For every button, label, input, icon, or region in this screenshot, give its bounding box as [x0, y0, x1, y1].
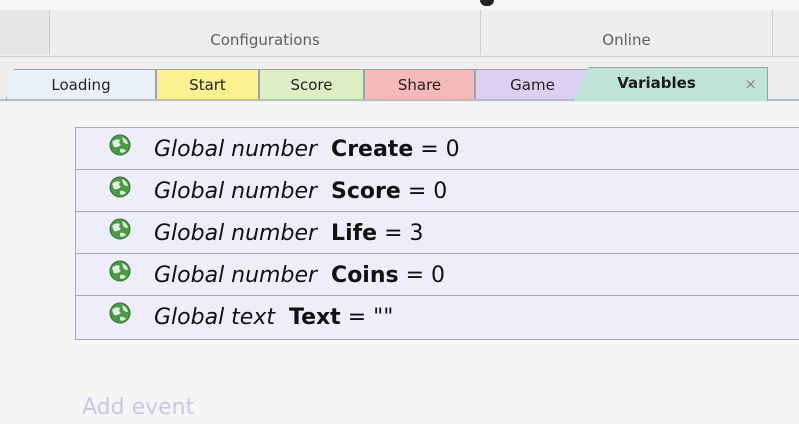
ribbon-group-label: Online — [602, 31, 651, 49]
ribbon-group-label: Configurations — [210, 31, 320, 49]
event-row[interactable]: Global text Text = "" — [76, 296, 799, 339]
tab-game[interactable]: Game — [475, 69, 590, 99]
tab-share[interactable]: Share — [364, 69, 475, 99]
variable-kind: Global text — [154, 305, 275, 330]
variable-value: = 0 — [407, 179, 448, 204]
tab-start[interactable]: Start — [156, 69, 259, 99]
variable-kind: Global number — [154, 179, 318, 204]
globe-icon — [109, 176, 131, 198]
globe-icon — [109, 302, 131, 324]
variable-kind: Global number — [154, 263, 318, 288]
event-row[interactable]: Global number Coins = 0 — [76, 254, 799, 296]
globe-icon — [109, 260, 131, 282]
variable-name: Coins — [331, 263, 399, 288]
add-event-link[interactable]: Add event — [82, 395, 194, 420]
ribbon-group-configurations[interactable]: Configurations — [50, 10, 481, 55]
ribbon-group-stub — [0, 10, 50, 55]
variable-name: Score — [331, 179, 401, 204]
variable-value: = 0 — [405, 263, 446, 288]
tab-score[interactable]: Score — [259, 69, 364, 99]
variable-kind: Global number — [154, 221, 318, 246]
globe-icon — [109, 134, 131, 156]
close-icon[interactable]: × — [744, 75, 757, 93]
event-row[interactable]: Global number Score = 0 — [76, 170, 799, 212]
event-sheet-tabs: Loading Start Score Share Game Variables… — [0, 57, 799, 102]
variable-kind: Global number — [154, 137, 318, 162]
event-row[interactable]: Global number Create = 0 — [76, 128, 799, 170]
ribbon: Configurations Online — [0, 0, 799, 57]
variable-value: = 0 — [420, 137, 460, 162]
tab-variables[interactable]: Variables × — [573, 67, 768, 101]
tab-loading[interactable]: Loading — [6, 69, 156, 99]
variable-name: Create — [331, 137, 414, 162]
event-row[interactable]: Global number Life = 3 — [76, 212, 799, 254]
variable-value: = "" — [347, 305, 394, 330]
event-list: Global number Create = 0 Global number S… — [75, 127, 799, 340]
variable-name: Life — [331, 221, 378, 246]
variable-value: = 3 — [384, 221, 424, 246]
event-sheet: Global number Create = 0 Global number S… — [0, 102, 799, 424]
variable-name: Text — [288, 305, 341, 330]
ribbon-group-online[interactable]: Online — [481, 10, 773, 55]
globe-icon — [109, 218, 131, 240]
